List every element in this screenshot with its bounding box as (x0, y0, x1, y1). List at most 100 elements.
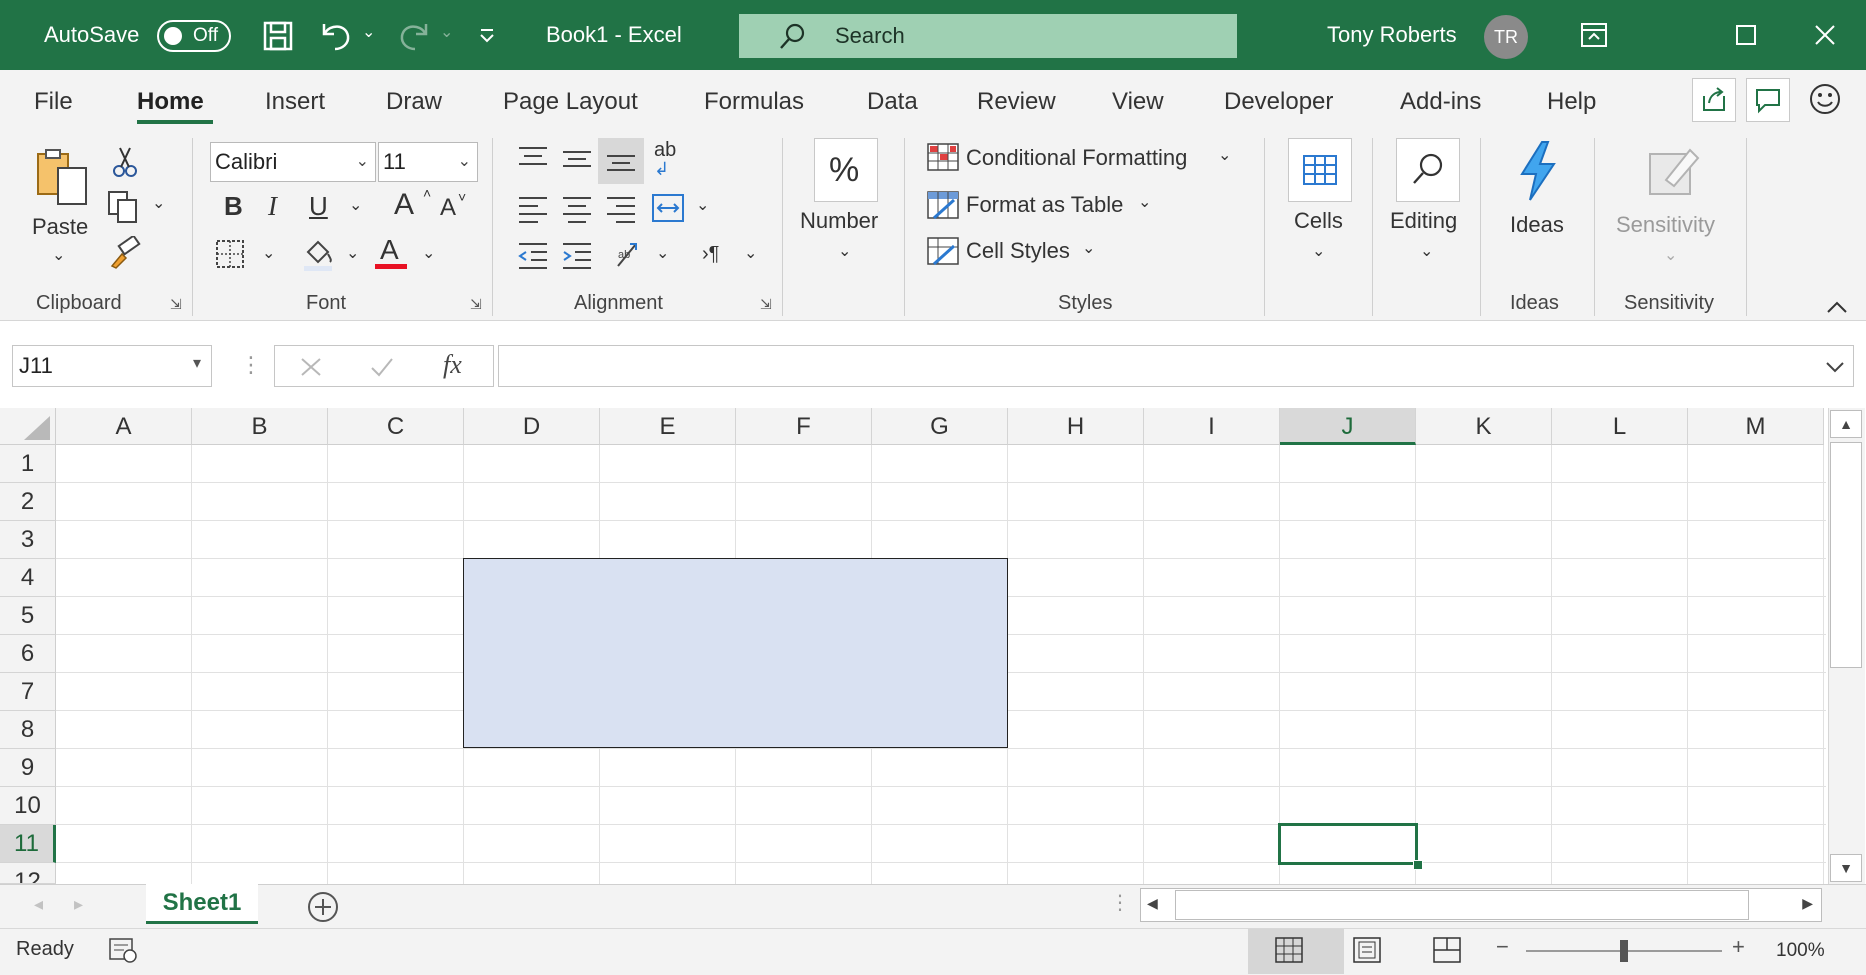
column-header-e[interactable]: E (600, 408, 736, 445)
active-cell-selection[interactable] (1278, 823, 1418, 865)
name-box-dropdown-icon[interactable]: ▾ (193, 344, 201, 384)
row-header-2[interactable]: 2 (0, 483, 56, 521)
row-header-10[interactable]: 10 (0, 787, 56, 825)
borders-dropdown-chevron-icon[interactable]: ⌄ (262, 246, 275, 262)
paste-label[interactable]: Paste (32, 214, 88, 240)
vertical-scroll-thumb[interactable] (1830, 442, 1862, 668)
editing-button[interactable] (1396, 138, 1460, 202)
ideas-lightning-icon[interactable] (1512, 138, 1564, 204)
underline-button[interactable]: U (309, 193, 328, 219)
zoom-out-icon[interactable]: − (1496, 934, 1509, 960)
smiley-feedback-icon[interactable] (1808, 82, 1842, 116)
tab-formulas[interactable]: Formulas (704, 82, 804, 122)
expand-formula-bar-icon[interactable] (1825, 360, 1845, 374)
tab-home[interactable]: Home (137, 82, 204, 122)
paste-icon[interactable] (32, 146, 92, 208)
column-header-b[interactable]: B (192, 408, 328, 445)
zoom-level[interactable]: 100% (1776, 940, 1825, 962)
fill-color-icon[interactable] (300, 236, 336, 272)
accessibility-check-icon[interactable] (108, 936, 138, 964)
format-as-table-chevron-icon[interactable]: ⌄ (1138, 195, 1151, 211)
alignment-dialog-launcher-icon[interactable]: ⇲ (760, 296, 772, 313)
previous-sheet-icon[interactable]: ◂ (34, 894, 43, 915)
row-header-5[interactable]: 5 (0, 597, 56, 635)
middle-align-icon[interactable] (560, 144, 594, 174)
row-header-8[interactable]: 8 (0, 711, 56, 749)
format-as-table-button[interactable]: Format as Table (966, 192, 1123, 218)
column-header-l[interactable]: L (1552, 408, 1688, 445)
zoom-slider-thumb[interactable] (1620, 940, 1628, 962)
align-center-icon[interactable] (560, 194, 594, 224)
tab-page-layout[interactable]: Page Layout (503, 82, 638, 122)
comments-button[interactable] (1746, 78, 1790, 122)
row-header-4[interactable]: 4 (0, 559, 56, 597)
close-icon[interactable] (1814, 24, 1836, 46)
column-header-k[interactable]: K (1416, 408, 1552, 445)
tab-split-grip-icon[interactable]: ⋮ (1110, 890, 1130, 915)
column-header-h[interactable]: H (1008, 408, 1144, 445)
new-sheet-plus-icon[interactable] (306, 890, 340, 924)
borders-icon[interactable] (214, 238, 246, 270)
conditional-formatting-button[interactable]: Conditional Formatting (966, 145, 1187, 171)
undo-icon[interactable] (318, 18, 354, 52)
undo-dropdown-chevron-icon[interactable]: ⌄ (362, 22, 375, 42)
number-label[interactable]: Number (800, 208, 878, 234)
increase-font-size-button[interactable]: A (394, 190, 414, 220)
row-header-9[interactable]: 9 (0, 749, 56, 787)
maximize-icon[interactable] (1736, 25, 1756, 45)
formula-bar-grip-icon[interactable]: ⋮ (240, 352, 262, 378)
orientation-dropdown-chevron-icon[interactable]: ⌄ (656, 246, 669, 262)
paste-dropdown-chevron-icon[interactable]: ⌄ (52, 248, 65, 264)
column-header-d[interactable]: D (464, 408, 600, 445)
column-header-c[interactable]: C (328, 408, 464, 445)
font-dialog-launcher-icon[interactable]: ⇲ (470, 296, 482, 313)
share-button[interactable] (1692, 78, 1736, 122)
orientation-icon[interactable]: ab (614, 238, 650, 272)
increase-indent-icon[interactable] (560, 240, 594, 270)
column-header-i[interactable]: I (1144, 408, 1280, 445)
align-right-icon[interactable] (604, 194, 638, 224)
tab-draw[interactable]: Draw (386, 82, 442, 122)
conditional-formatting-chevron-icon[interactable]: ⌄ (1218, 148, 1231, 164)
tab-add-ins[interactable]: Add-ins (1400, 82, 1481, 122)
editing-dropdown-chevron-icon[interactable]: ⌄ (1420, 244, 1433, 260)
tab-developer[interactable]: Developer (1224, 82, 1333, 122)
normal-view-icon[interactable] (1274, 936, 1304, 964)
autosave-toggle[interactable]: Off (157, 20, 231, 52)
font-size-combo[interactable]: 11 ⌄ (378, 142, 478, 182)
collapse-ribbon-icon[interactable] (1826, 300, 1848, 314)
font-color-button[interactable]: A (380, 236, 399, 264)
tab-review[interactable]: Review (977, 82, 1056, 122)
font-color-dropdown-chevron-icon[interactable]: ⌄ (422, 246, 435, 262)
select-all-button[interactable] (0, 408, 56, 445)
page-break-preview-icon[interactable] (1432, 936, 1462, 964)
cells-label[interactable]: Cells (1294, 208, 1343, 234)
save-icon[interactable] (262, 20, 294, 52)
font-family-combo[interactable]: Calibri ⌄ (210, 142, 376, 182)
cells-dropdown-chevron-icon[interactable]: ⌄ (1312, 244, 1325, 260)
underline-dropdown-chevron-icon[interactable]: ⌄ (349, 198, 362, 214)
top-align-icon[interactable] (516, 144, 550, 174)
scroll-left-icon[interactable]: ◀ (1147, 895, 1158, 912)
formula-input[interactable] (498, 345, 1854, 387)
italic-button[interactable]: I (268, 193, 277, 220)
zoom-in-icon[interactable]: + (1732, 934, 1745, 960)
scroll-up-icon[interactable]: ▲ (1830, 410, 1862, 438)
name-box[interactable]: J11 ▾ (12, 345, 212, 387)
customize-toolbar-icon[interactable] (478, 28, 496, 44)
ideas-button-label[interactable]: Ideas (1510, 212, 1564, 238)
clipboard-dialog-launcher-icon[interactable]: ⇲ (170, 296, 182, 313)
bottom-align-icon[interactable] (604, 144, 638, 174)
tab-file[interactable]: File (34, 82, 73, 122)
user-name[interactable]: Tony Roberts (1327, 0, 1457, 70)
column-header-m[interactable]: M (1688, 408, 1824, 445)
copy-icon[interactable] (106, 190, 142, 224)
wrap-text-icon[interactable]: ab (654, 140, 676, 160)
next-sheet-icon[interactable]: ▸ (74, 894, 83, 915)
text-direction-dropdown-chevron-icon[interactable]: ⌄ (744, 246, 757, 262)
row-header-3[interactable]: 3 (0, 521, 56, 559)
cells-button[interactable] (1288, 138, 1352, 202)
decrease-indent-icon[interactable] (516, 240, 550, 270)
cut-icon[interactable] (110, 146, 140, 178)
row-header-12[interactable]: 12 (0, 863, 56, 884)
